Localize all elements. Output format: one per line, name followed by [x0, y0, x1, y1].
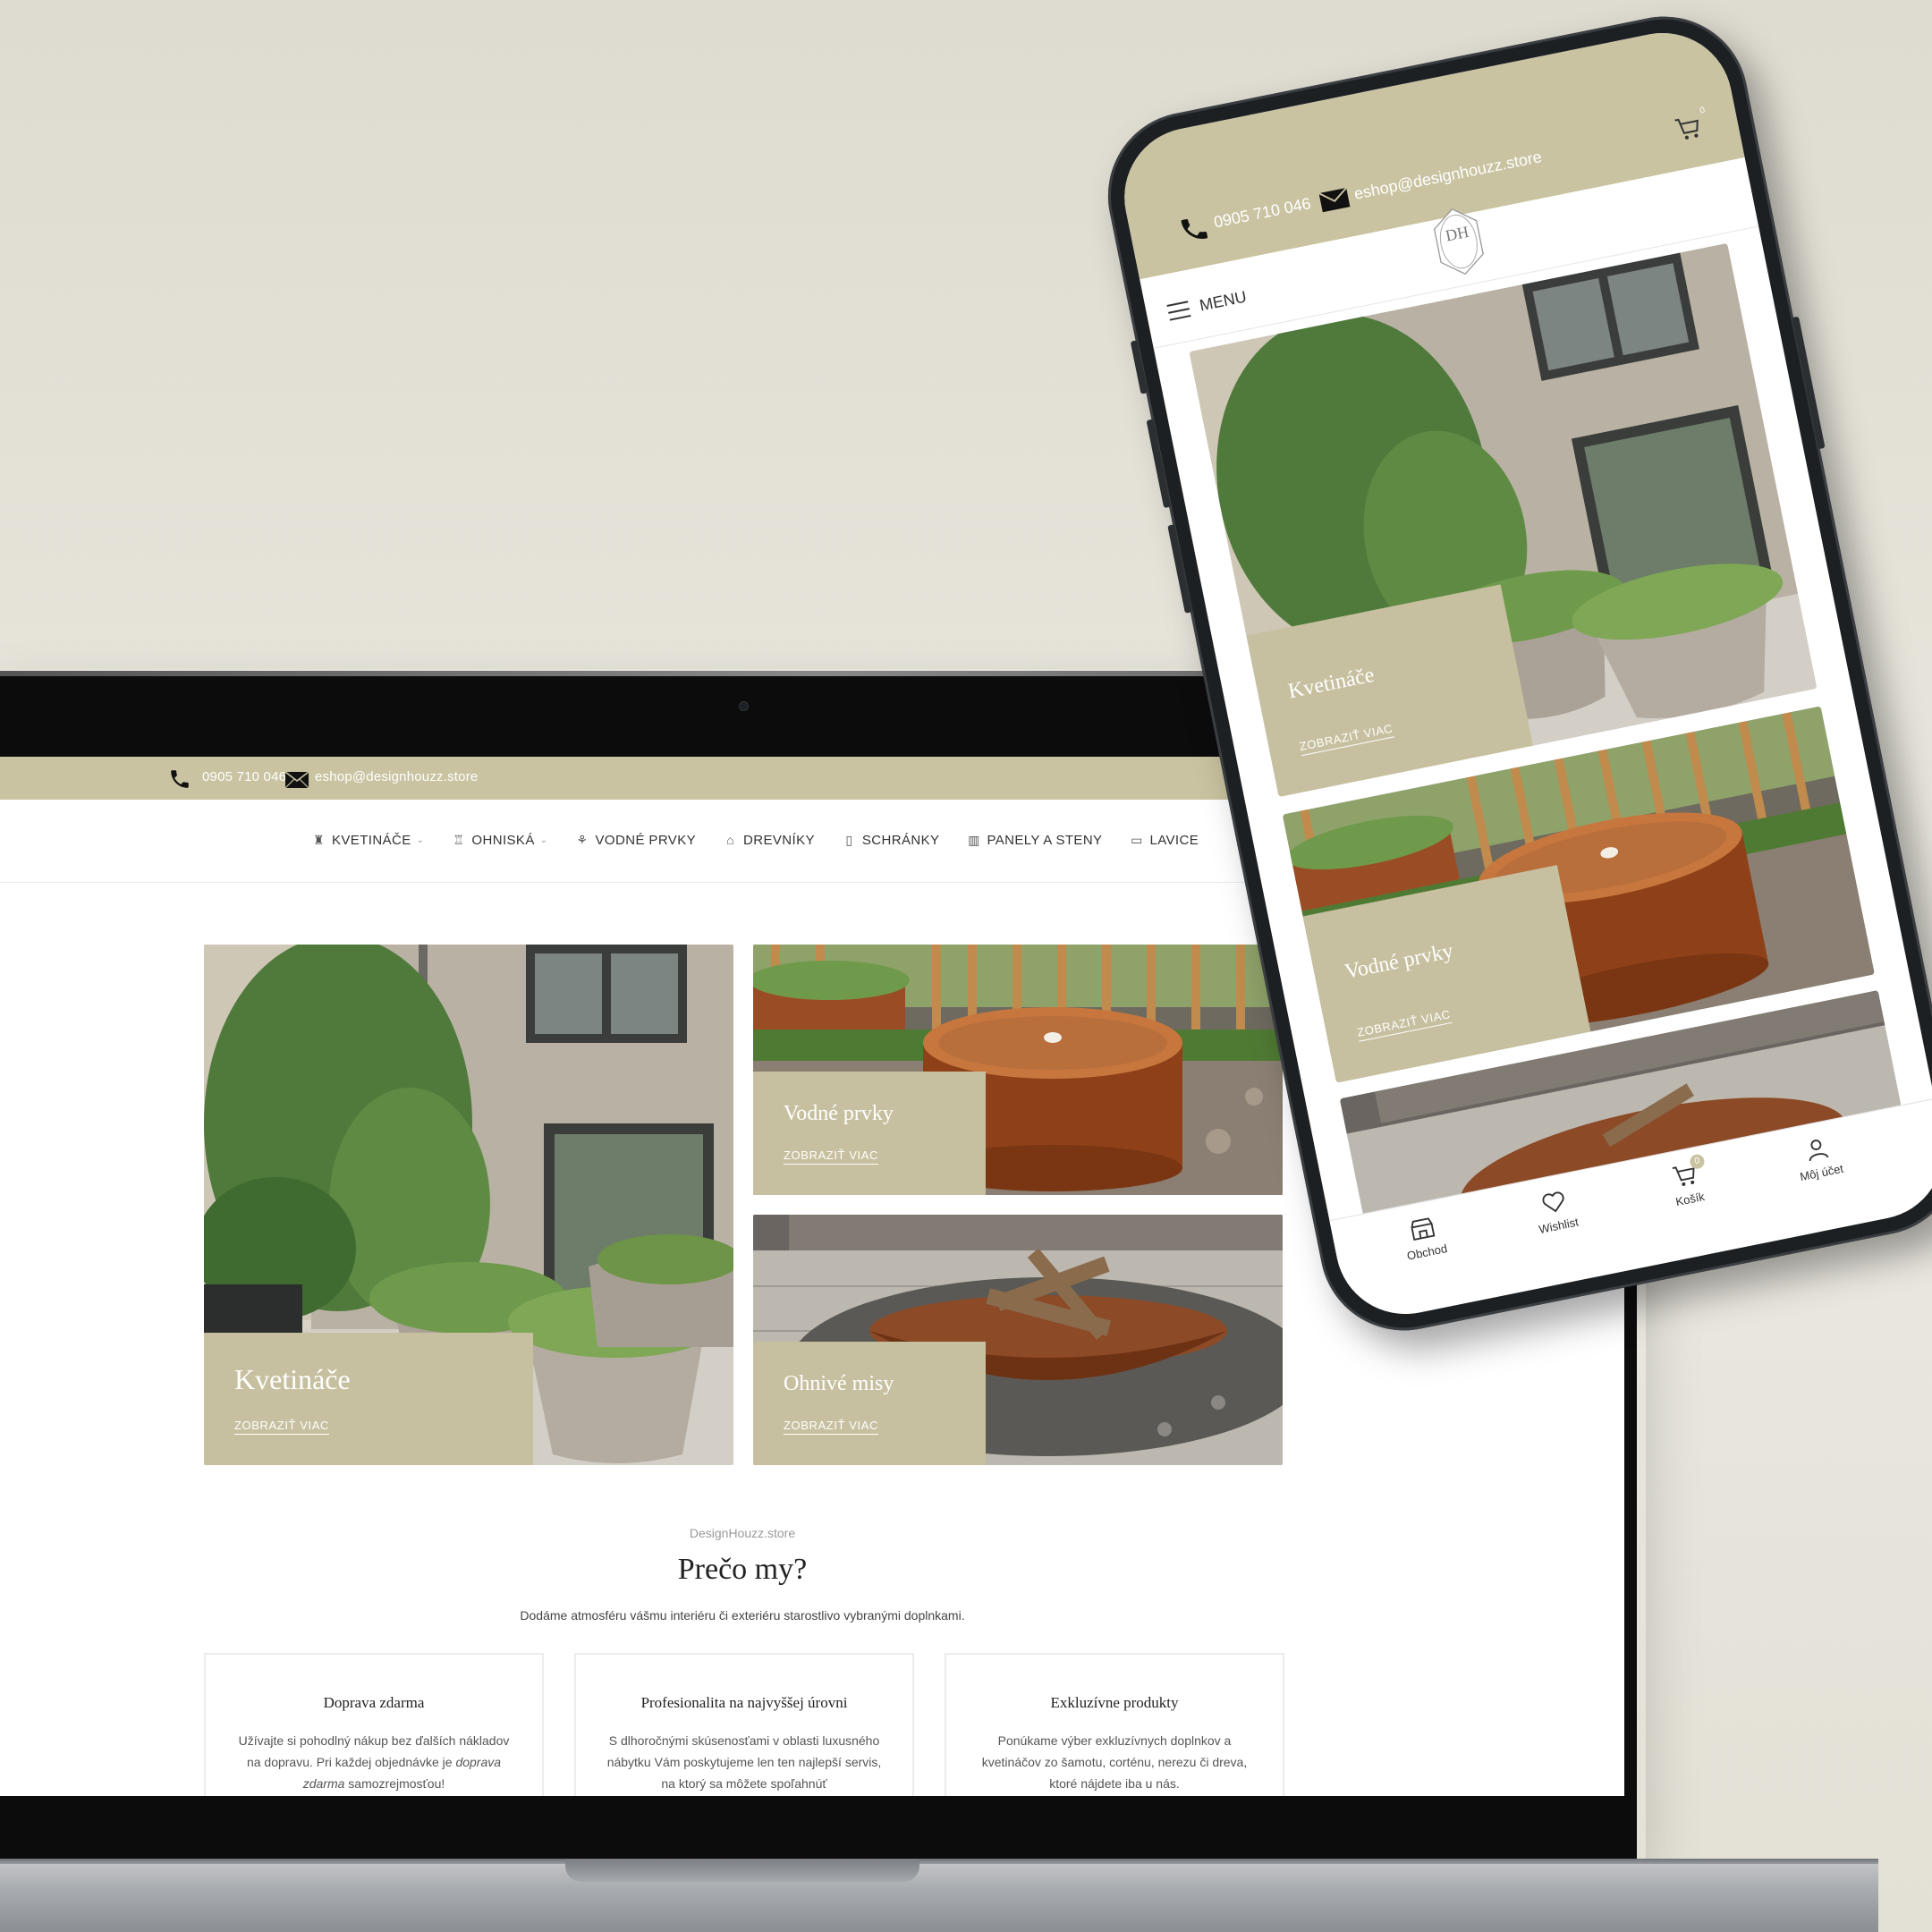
- category-tile-kvetinace[interactable]: Kvetináče ZOBRAZIŤ VIAC: [204, 945, 733, 1465]
- user-icon: [1809, 1140, 1829, 1162]
- mobile-topbar-email[interactable]: eshop@designhouzz.store: [1352, 148, 1543, 204]
- tile-caption: Ohnivé misy ZOBRAZIŤ VIAC: [753, 1342, 986, 1465]
- tile-cta[interactable]: ZOBRAZIŤ VIAC: [1298, 721, 1395, 757]
- tile-cta[interactable]: ZOBRAZIŤ VIAC: [1355, 1007, 1453, 1042]
- planter-icon: ♜: [313, 833, 325, 847]
- phone-icon: [171, 770, 189, 788]
- shop-icon: [1411, 1217, 1436, 1241]
- tile-title: Vodné prvky: [1343, 939, 1455, 985]
- mailbox-icon: ▯: [845, 833, 853, 847]
- nav-item-lavice[interactable]: ▭ LAVICE: [1129, 833, 1199, 848]
- nav-item-vodne-prvky[interactable]: ⚘ VODNÉ PRVKY: [575, 833, 697, 848]
- tile-cta[interactable]: ZOBRAZIŤ VIAC: [234, 1419, 330, 1435]
- panel-icon: ▥: [968, 833, 980, 847]
- bench-icon: ▭: [1131, 833, 1143, 847]
- feature-card-exkluzivne: Exkluzívne produkty Ponúkame výber exklu…: [945, 1653, 1284, 1796]
- laptop-notch: [565, 1859, 919, 1882]
- mobile-tile-kvetinace[interactable]: Kvetináče ZOBRAZIŤ VIAC: [1189, 242, 1818, 798]
- nav-label: OHNISKÁ: [471, 833, 535, 848]
- tile-title: Kvetináče: [234, 1363, 351, 1395]
- laptop-camera: [739, 701, 749, 711]
- tile-title: Kvetináče: [1286, 663, 1377, 704]
- feature-card-profesionalita: Profesionalita na najvyššej úrovni S dlh…: [574, 1653, 914, 1796]
- chevron-down-icon: ⌄: [416, 835, 425, 845]
- tile-caption: Kvetináče ZOBRAZIŤ VIAC: [204, 1333, 533, 1465]
- category-tile-ohnive-misy[interactable]: Ohnivé misy ZOBRAZIŤ VIAC: [753, 1215, 1283, 1465]
- nav-label: DREVNÍKY: [743, 833, 815, 848]
- category-tile-vodne-prvky[interactable]: Vodné prvky ZOBRAZIŤ VIAC: [753, 945, 1283, 1195]
- nav-label: PANELY A STENY: [987, 833, 1103, 848]
- firepit-icon: ♖: [453, 833, 465, 847]
- tile-cta[interactable]: ZOBRAZIŤ VIAC: [784, 1148, 879, 1165]
- tile-title: Vodné prvky: [784, 1102, 894, 1125]
- nav-label: SCHRÁNKY: [861, 833, 940, 848]
- bottom-nav-ucet[interactable]: Môj účet: [1762, 1125, 1876, 1190]
- feature-text: Ponúkame výber exkluzívnych doplnkov a k…: [981, 1733, 1248, 1791]
- nav-item-schranky[interactable]: ▯ SCHRÁNKY: [842, 833, 940, 848]
- tile-caption: Vodné prvky ZOBRAZIŤ VIAC: [753, 1072, 986, 1195]
- mail-icon: [284, 771, 309, 789]
- nav-label: KVETINÁČE: [332, 833, 411, 848]
- bottom-nav-label: Obchod: [1405, 1241, 1449, 1263]
- bottom-nav-label: Wishlist: [1538, 1215, 1580, 1237]
- feature-title: Exkluzívne produkty: [1050, 1694, 1179, 1711]
- hamburger-icon: [1166, 300, 1191, 321]
- why-subtitle: Dodáme atmosféru vášmu interiéru či exte…: [520, 1608, 965, 1623]
- tile-cta[interactable]: ZOBRAZIŤ VIAC: [784, 1419, 879, 1435]
- nav-label: LAVICE: [1149, 833, 1199, 848]
- nav-label: VODNÉ PRVKY: [595, 833, 697, 848]
- bottom-nav-obchod[interactable]: Obchod: [1367, 1205, 1480, 1269]
- why-kicker: DesignHouzz.store: [689, 1526, 796, 1540]
- chevron-down-icon: ⌄: [539, 835, 548, 845]
- feature-title: Profesionalita na najvyššej úrovni: [640, 1694, 848, 1711]
- mail-icon: [1318, 187, 1351, 213]
- fountain-icon: ⚘: [576, 833, 589, 847]
- bottom-nav-label: Košík: [1674, 1190, 1706, 1209]
- topbar-phone[interactable]: 0905 710 046: [202, 769, 286, 784]
- bottom-nav-wishlist[interactable]: Wishlist: [1499, 1179, 1613, 1243]
- laptop-base: [0, 1859, 1878, 1932]
- mobile-topbar-phone[interactable]: 0905 710 046: [1212, 194, 1312, 232]
- phone-icon: [1181, 218, 1208, 239]
- nav-item-panely[interactable]: ▥ PANELY A STENY: [966, 833, 1102, 848]
- tile-title: Ohnivé misy: [784, 1372, 894, 1395]
- nav-item-drevniky[interactable]: ⌂ DREVNÍKY: [723, 833, 815, 848]
- nav-item-kvetinace[interactable]: ♜ KVETINÁČE ⌄: [311, 833, 424, 848]
- why-title: Prečo my?: [677, 1553, 808, 1586]
- bottom-nav-kosik[interactable]: 0 Košík: [1631, 1152, 1744, 1216]
- topbar-email[interactable]: eshop@designhouzz.store: [315, 769, 478, 784]
- feature-title: Doprava zdarma: [323, 1694, 425, 1711]
- woodstore-icon: ⌂: [726, 833, 734, 847]
- feature-text: Užívajte si pohodlný nákup bez ďalších n…: [238, 1733, 510, 1791]
- feature-text: S dlhoročnými skúsenosťami v oblasti lux…: [606, 1733, 882, 1791]
- feature-card-doprava: Doprava zdarma Užívajte si pohodlný náku…: [204, 1653, 544, 1796]
- heart-icon: [1542, 1191, 1564, 1213]
- nav-item-ohniska[interactable]: ♖ OHNISKÁ ⌄: [451, 833, 547, 848]
